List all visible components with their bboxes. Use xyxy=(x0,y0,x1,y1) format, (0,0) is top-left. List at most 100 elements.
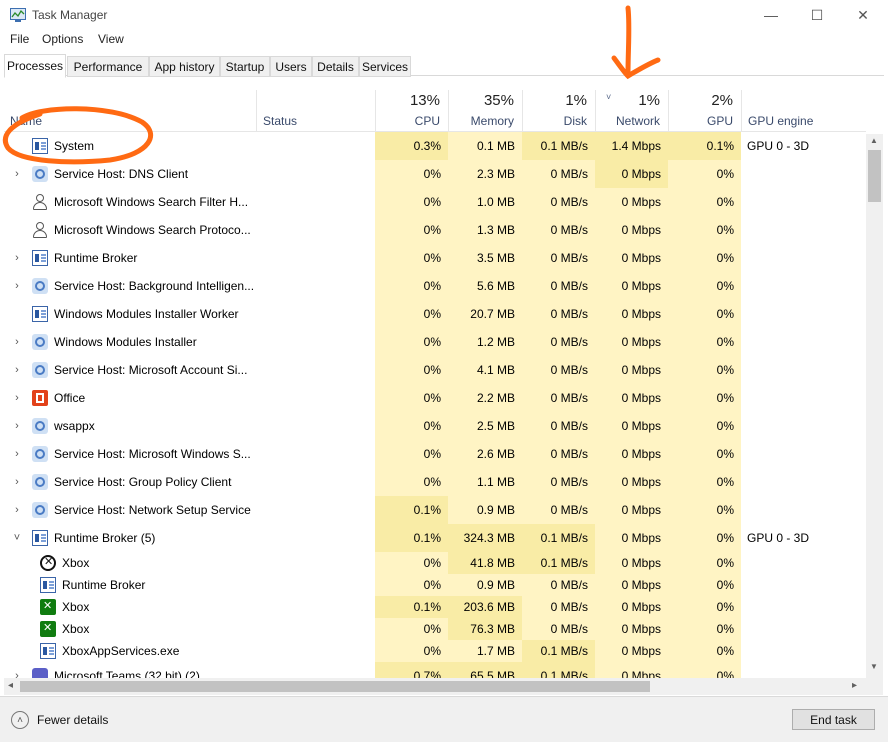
table-row[interactable]: Windows Modules Installer Worker 0% 20.7 M… xyxy=(4,300,866,328)
tab-details[interactable]: Details xyxy=(312,56,359,77)
chevron-down-icon[interactable]: ˅ xyxy=(12,532,22,544)
header-cpu-label: CPU xyxy=(414,114,440,128)
chevron-right-icon[interactable]: › xyxy=(12,252,22,264)
process-name: Windows Modules Installer Worker xyxy=(54,307,239,321)
maximize-button[interactable]: ☐ xyxy=(794,0,840,30)
chevron-right-icon[interactable]: › xyxy=(12,448,22,460)
gpu-engine-cell xyxy=(747,356,865,384)
table-row[interactable]: › Office 0% 2.2 MB 0 MB/s 0 Mbps 0% xyxy=(4,384,866,412)
table-row[interactable]: › Service Host: Microsoft Account Si... 0%… xyxy=(4,356,866,384)
table-row[interactable]: › wsappx 0% 2.5 MB 0 MB/s 0 Mbps 0% xyxy=(4,412,866,440)
cpu-cell: 0% xyxy=(423,644,441,658)
network-cell: 0 Mbps xyxy=(621,391,661,405)
process-name-cell: › Office xyxy=(4,384,256,412)
disk-cell: 0 MB/s xyxy=(550,578,588,592)
table-row[interactable]: ˅ Runtime Broker (5) 0.1% 324.3 MB 0.1 MB/s 0… xyxy=(4,524,866,552)
chevron-right-icon[interactable]: › xyxy=(12,168,22,180)
header-status[interactable]: Status xyxy=(256,90,375,132)
horizontal-scroll-thumb[interactable] xyxy=(20,681,650,692)
network-cell: 0 Mbps xyxy=(621,644,661,658)
xbox-circle-icon xyxy=(40,555,56,571)
gear-icon xyxy=(32,334,48,350)
gpu-cell: 0% xyxy=(716,503,734,517)
table-row[interactable]: Microsoft Windows Search Protoco... 0% 1.3… xyxy=(4,216,866,244)
minimize-button[interactable]: — xyxy=(748,0,794,30)
table-row[interactable]: Xbox 0% 41.8 MB0.1 MB/s 0 Mbps 0% xyxy=(4,552,866,574)
table-row[interactable]: › Service Host: DNS Client 0% 2.3 MB 0 MB/s 0… xyxy=(4,160,866,188)
tab-startup[interactable]: Startup xyxy=(220,56,270,77)
chevron-right-icon[interactable]: › xyxy=(12,670,22,678)
cpu-cell: 0% xyxy=(423,419,441,433)
gear-icon xyxy=(32,446,48,462)
close-button[interactable]: ✕ xyxy=(840,0,886,30)
vertical-scroll-thumb[interactable] xyxy=(868,150,881,202)
network-cell: 0 Mbps xyxy=(621,447,661,461)
collapse-circle-icon[interactable]: ˄ xyxy=(11,711,29,729)
chevron-right-icon[interactable]: › xyxy=(12,336,22,348)
vertical-scrollbar[interactable]: ▲ ▼ xyxy=(866,134,883,678)
table-row[interactable]: Xbox 0% 76.3 MB 0 MB/s 0 Mbps 0% xyxy=(4,618,866,640)
process-name-cell: › Service Host: Group Policy Client xyxy=(4,468,256,496)
header-name[interactable]: Name xyxy=(4,90,256,132)
menu-file[interactable]: File xyxy=(10,32,29,46)
status-cell xyxy=(256,160,375,188)
status-cell xyxy=(256,552,375,574)
tab-users[interactable]: Users xyxy=(270,56,312,77)
disk-cell: 0.1 MB/s xyxy=(522,132,595,160)
gpu-engine-cell xyxy=(747,328,865,356)
memory-cell: 1.3 MB xyxy=(476,223,515,237)
table-row[interactable]: System 0.3% 0.1 MB 0.1 MB/s 1.4 Mbps 0.1% GPU … xyxy=(4,132,866,160)
table-row[interactable]: › Service Host: Background Intelligen... 0… xyxy=(4,272,866,300)
process-name: Runtime Broker xyxy=(54,251,138,265)
tab-performance[interactable]: Performance xyxy=(67,56,149,77)
process-name: Service Host: Group Policy Client xyxy=(54,475,232,489)
gpu-cell: 0% xyxy=(716,669,734,678)
table-row[interactable]: Xbox 0.1%203.6 MB 0 MB/s 0 Mbps 0% xyxy=(4,596,866,618)
process-name: Xbox xyxy=(62,556,90,570)
gear-icon xyxy=(32,418,48,434)
gpu-engine-cell xyxy=(747,384,865,412)
chevron-right-icon[interactable]: › xyxy=(12,392,22,404)
table-row[interactable]: Runtime Broker 0% 0.9 MB 0 MB/s 0 Mbps 0% xyxy=(4,574,866,596)
process-name: Microsoft Windows Search Filter H... xyxy=(54,195,249,209)
header-cpu[interactable]: 13% CPU xyxy=(375,90,448,132)
chevron-right-icon[interactable]: › xyxy=(12,280,22,292)
network-cell: 0 Mbps xyxy=(621,223,661,237)
table-row[interactable]: › Microsoft Teams (32 bit) (2) 0.7% 65.5 MB… xyxy=(4,662,866,678)
menu-options[interactable]: Options xyxy=(42,32,83,46)
header-memory[interactable]: 35% Memory xyxy=(448,90,522,132)
table-row[interactable]: XboxAppServices.exe 0% 1.7 MB 0.1 MB/s 0 Mbp… xyxy=(4,640,866,662)
end-task-button[interactable]: End task xyxy=(792,709,875,730)
header-gpu-engine[interactable]: GPU engine xyxy=(741,90,866,132)
table-row[interactable]: › Runtime Broker 0% 3.5 MB 0 MB/s 0 Mbps 0% xyxy=(4,244,866,272)
scroll-right-icon[interactable]: ▸ xyxy=(852,680,857,691)
table-row[interactable]: › Windows Modules Installer 0% 1.2 MB 0 MB/s… xyxy=(4,328,866,356)
scroll-left-icon[interactable]: ◂ xyxy=(8,680,13,691)
process-name: Service Host: Microsoft Windows S... xyxy=(54,447,251,461)
table-row[interactable]: › Service Host: Network Setup Service 0.1%… xyxy=(4,496,866,524)
menu-view[interactable]: View xyxy=(98,32,124,46)
table-row[interactable]: Microsoft Windows Search Filter H... 0% 1.… xyxy=(4,188,866,216)
scrollbar-corner xyxy=(866,678,883,695)
header-memory-label: Memory xyxy=(470,114,514,128)
tab-processes[interactable]: Processes xyxy=(4,54,66,78)
tab-app-history[interactable]: App history xyxy=(149,56,220,77)
gpu-engine-cell xyxy=(747,618,865,640)
chevron-right-icon[interactable]: › xyxy=(12,476,22,488)
header-gpu[interactable]: 2% GPU xyxy=(668,90,741,132)
system-icon xyxy=(40,643,56,659)
header-disk[interactable]: 1% Disk xyxy=(522,90,595,132)
table-row[interactable]: › Service Host: Microsoft Windows S... 0% 2… xyxy=(4,440,866,468)
header-network[interactable]: ˅ 1% Network xyxy=(595,90,668,132)
system-icon xyxy=(32,250,48,266)
process-name: Runtime Broker xyxy=(62,578,146,592)
horizontal-scrollbar[interactable]: ◂ ▸ xyxy=(4,678,866,695)
tab-services[interactable]: Services xyxy=(359,56,411,77)
chevron-right-icon[interactable]: › xyxy=(12,504,22,516)
scroll-down-icon[interactable]: ▼ xyxy=(870,662,878,671)
chevron-right-icon[interactable]: › xyxy=(12,420,22,432)
table-row[interactable]: › Service Host: Group Policy Client 0% 1.1 … xyxy=(4,468,866,496)
scroll-up-icon[interactable]: ▲ xyxy=(870,136,878,145)
chevron-right-icon[interactable]: › xyxy=(12,364,22,376)
fewer-details-link[interactable]: Fewer details xyxy=(37,713,108,727)
